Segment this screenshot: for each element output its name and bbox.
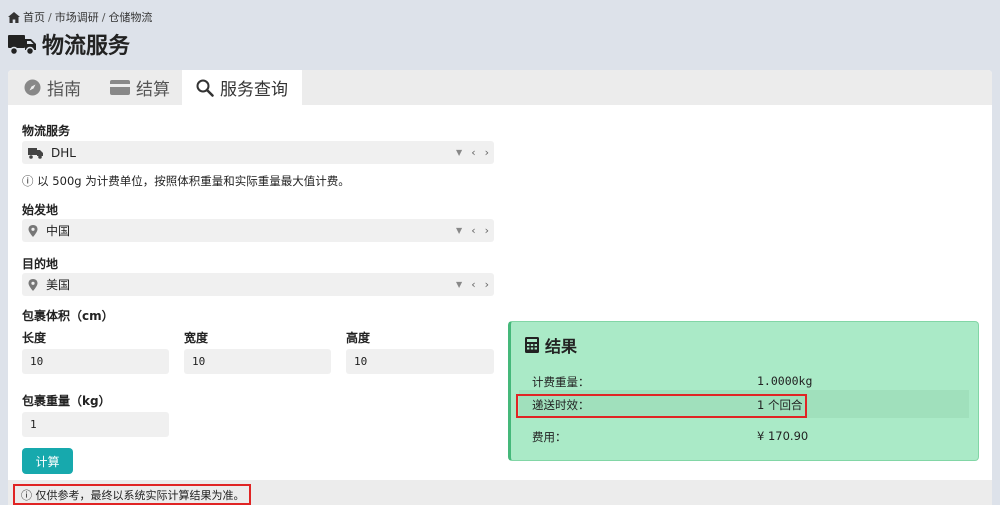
credit-card-icon (110, 80, 130, 95)
origin-value: 中国 (46, 224, 71, 238)
map-marker-icon (28, 224, 38, 237)
tab-settlement[interactable]: 结算 (96, 70, 184, 105)
origin-select[interactable]: 中国 ▼ ‹ › (22, 219, 494, 242)
tab-guide[interactable]: 指南 (10, 70, 95, 105)
fee-value: ¥ 170.90 (757, 429, 809, 443)
tab-guide-label: 指南 (47, 80, 81, 100)
breadcrumb-market-research[interactable]: 市场调研 (55, 9, 99, 25)
dropdown-caret-icon[interactable]: ▼ (456, 280, 462, 289)
height-label: 高度 (346, 331, 371, 345)
weight-input[interactable] (22, 412, 169, 437)
breadcrumb-home[interactable]: 首页 (23, 9, 45, 25)
destination-label: 目的地 (22, 257, 59, 271)
delivery-time-value: 1 个回合 (757, 398, 803, 412)
delivery-time-label: 递送时效： (532, 398, 590, 412)
tab-service-query[interactable]: 服务查询 (182, 70, 302, 105)
compass-icon (24, 79, 41, 96)
truck-icon (8, 35, 36, 55)
chevron-left-icon[interactable]: ‹ (471, 146, 475, 159)
page-title: 物流服务 (42, 34, 131, 59)
weight-label: 包裹重量（kg） (22, 394, 111, 408)
billing-weight-label: 计费重量： (532, 375, 590, 389)
result-row-fee: 费用： ¥ 170.90 (519, 422, 969, 450)
service-value: DHL (51, 145, 76, 160)
service-select[interactable]: DHL ▼ ‹ › (22, 141, 494, 164)
volume-label: 包裹体积（cm） (22, 309, 114, 323)
dropdown-caret-icon[interactable]: ▼ (456, 148, 462, 157)
fee-label: 费用： (532, 430, 567, 444)
billing-weight-value: 1.0000kg (757, 374, 813, 388)
origin-label: 始发地 (22, 203, 59, 217)
result-card: 结果 计费重量： 1.0000kg 递送时效： 1 个回合 费用： ¥ 170.… (508, 321, 979, 461)
breadcrumb-warehouse-logistics: 仓储物流 (108, 11, 153, 24)
width-label: 宽度 (184, 331, 209, 345)
footer-disclaimer: ⓘ 仅供参考，最终以系统实际计算结果为准。 (21, 489, 245, 502)
service-note: ⓘ 以 500g 为计费单位，按照体积重量和实际重量最大值计费。 (22, 174, 350, 188)
calculator-icon (525, 337, 539, 353)
width-input[interactable] (184, 349, 331, 374)
height-input[interactable] (346, 349, 494, 374)
page-header: 物流服务 (8, 28, 130, 60)
breadcrumb-separator: / (48, 10, 52, 24)
result-header: 结果 (525, 333, 577, 357)
shipping-truck-icon (28, 147, 43, 159)
dropdown-caret-icon[interactable]: ▼ (456, 226, 462, 235)
service-label: 物流服务 (22, 124, 71, 138)
result-title: 结果 (545, 337, 578, 356)
tab-bar: 指南 结算 服务查询 (8, 70, 992, 105)
chevron-right-icon[interactable]: › (485, 278, 489, 291)
length-label: 长度 (22, 331, 47, 345)
result-row-delivery-time: 递送时效： 1 个回合 (519, 390, 969, 418)
tab-service-query-label: 服务查询 (220, 80, 288, 100)
breadcrumb-separator: / (101, 10, 106, 24)
home-icon (8, 11, 20, 23)
destination-select[interactable]: 美国 ▼ ‹ › (22, 273, 494, 296)
destination-value: 美国 (46, 278, 71, 292)
map-marker-icon (28, 278, 38, 291)
chevron-right-icon[interactable]: › (485, 224, 489, 237)
chevron-left-icon[interactable]: ‹ (471, 278, 475, 291)
chevron-right-icon[interactable]: › (485, 146, 489, 159)
footer-bar: ⓘ 仅供参考，最终以系统实际计算结果为准。 (8, 480, 992, 505)
search-icon (196, 79, 214, 97)
chevron-left-icon[interactable]: ‹ (471, 224, 475, 237)
tab-settlement-label: 结算 (136, 80, 170, 100)
calculate-button[interactable]: 计算 (22, 448, 73, 474)
length-input[interactable] (22, 349, 169, 374)
breadcrumb: 首页 / 市场调研 / 仓储物流 (8, 9, 152, 25)
